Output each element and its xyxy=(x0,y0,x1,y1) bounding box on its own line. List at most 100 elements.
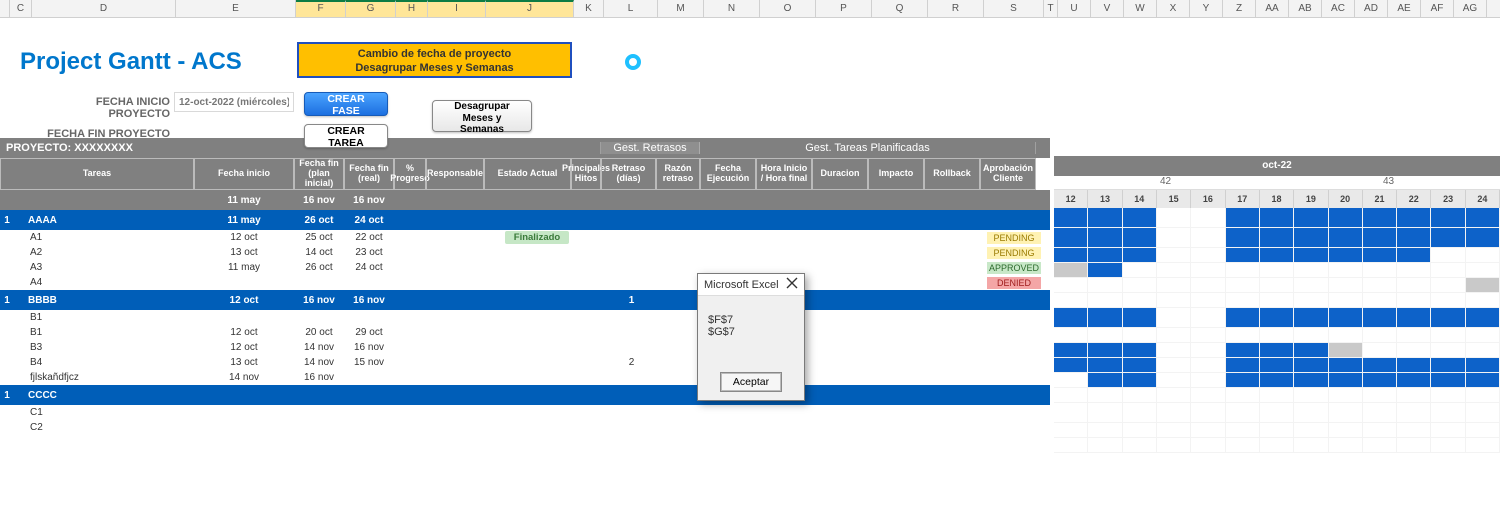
col-gutter[interactable] xyxy=(0,0,10,17)
col-U[interactable]: U xyxy=(1058,0,1091,17)
gantt-row xyxy=(1054,228,1500,248)
col-T[interactable]: T xyxy=(1044,0,1058,17)
gantt-days: 12131415161718192021222324 xyxy=(1054,190,1500,208)
gantt-day-19[interactable]: 19 xyxy=(1294,190,1328,208)
task-row[interactable]: B112 oct20 oct29 oct xyxy=(0,325,1050,340)
col-Y[interactable]: Y xyxy=(1190,0,1223,17)
msgbox-body: $F$7 $G$7 xyxy=(698,296,804,366)
col-M[interactable]: M xyxy=(658,0,704,17)
task-row[interactable]: A112 oct25 oct22 octFinalizadoPENDING xyxy=(0,230,1050,245)
task-row[interactable]: A213 oct14 oct23 oct PENDING xyxy=(0,245,1050,260)
desagrupar-button[interactable]: Desagrupar Meses y Semanas xyxy=(432,100,532,132)
col-AF[interactable]: AF xyxy=(1421,0,1454,17)
col-L[interactable]: L xyxy=(604,0,658,17)
col-AB[interactable]: AB xyxy=(1289,0,1322,17)
gantt-row xyxy=(1054,208,1500,228)
col-C[interactable]: C xyxy=(10,0,32,17)
gantt-month: oct-22 xyxy=(1054,156,1500,176)
project-label: PROYECTO: XXXXXXXX xyxy=(0,142,601,154)
col-F[interactable]: F xyxy=(296,0,346,17)
phase-row[interactable]: 1CCCC xyxy=(0,385,1050,405)
gantt-row xyxy=(1054,308,1500,328)
col-AG[interactable]: AG xyxy=(1454,0,1487,17)
col-V[interactable]: V xyxy=(1091,0,1124,17)
hdr-retraso-dias: Retraso (días) xyxy=(601,158,656,190)
msgbox-line2: $G$7 xyxy=(708,326,794,338)
col-J[interactable]: J xyxy=(486,0,574,17)
task-row[interactable]: B413 oct14 nov15 nov 2 xyxy=(0,355,1050,370)
gantt-day-13[interactable]: 13 xyxy=(1088,190,1122,208)
col-AD[interactable]: AD xyxy=(1355,0,1388,17)
task-row[interactable]: A311 may26 oct24 oct APPROVED xyxy=(0,260,1050,275)
col-S[interactable]: S xyxy=(984,0,1044,17)
hdr-fecha-fin-real: Fecha fin (real) xyxy=(344,158,394,190)
col-R[interactable]: R xyxy=(928,0,984,17)
col-H[interactable]: H xyxy=(396,0,428,17)
hdr-impacto: Impacto xyxy=(868,158,924,190)
phase-row[interactable]: 1BBBB12 oct16 nov16 nov1 xyxy=(0,290,1050,310)
col-E[interactable]: E xyxy=(176,0,296,17)
gantt-day-17[interactable]: 17 xyxy=(1226,190,1260,208)
col-N[interactable]: N xyxy=(704,0,760,17)
label-fecha-fin: FECHA FIN PROYECTO xyxy=(36,128,170,140)
msgbox-ok-button[interactable]: Aceptar xyxy=(720,372,782,392)
col-P[interactable]: P xyxy=(816,0,872,17)
hdr-fecha-fin-plan: Fecha fin (plan inicial) xyxy=(294,158,344,190)
yellow-btn-line1: Cambio de fecha de proyecto xyxy=(299,47,570,61)
fecha-inicio-input[interactable] xyxy=(174,92,294,112)
col-W[interactable]: W xyxy=(1124,0,1157,17)
col-Z[interactable]: Z xyxy=(1223,0,1256,17)
gantt-day-16[interactable]: 16 xyxy=(1191,190,1225,208)
msgbox-title: Microsoft Excel xyxy=(704,279,779,291)
column-ruler: CDEFGHIJKLMNOPQRSTUVWXYZAAABACADAEAFAG xyxy=(0,0,1500,18)
col-Q[interactable]: Q xyxy=(872,0,928,17)
col-D[interactable]: D xyxy=(32,0,176,17)
gantt-weeks: 4243 xyxy=(1054,176,1500,190)
phase-row[interactable]: 1AAAA11 may26 oct24 oct xyxy=(0,210,1050,230)
gantt-day-15[interactable]: 15 xyxy=(1157,190,1191,208)
task-row[interactable]: fjlskañdfjcz14 nov16 nov xyxy=(0,370,1050,385)
gantt-day-23[interactable]: 23 xyxy=(1431,190,1465,208)
task-grid: 11 may16 nov16 nov1AAAA11 may26 oct24 oc… xyxy=(0,190,1050,435)
gantt-day-18[interactable]: 18 xyxy=(1260,190,1294,208)
gantt-day-12[interactable]: 12 xyxy=(1054,190,1088,208)
col-O[interactable]: O xyxy=(760,0,816,17)
gantt-day-20[interactable]: 20 xyxy=(1329,190,1363,208)
col-AE[interactable]: AE xyxy=(1388,0,1421,17)
gantt-day-21[interactable]: 21 xyxy=(1363,190,1397,208)
col-AA[interactable]: AA xyxy=(1256,0,1289,17)
gantt-day-24[interactable]: 24 xyxy=(1466,190,1500,208)
hdr-fecha-inicio: Fecha inicio xyxy=(194,158,294,190)
task-row[interactable]: C2 xyxy=(0,420,1050,435)
gantt-day-22[interactable]: 22 xyxy=(1397,190,1431,208)
col-K[interactable]: K xyxy=(574,0,604,17)
hdr-hora: Hora Inicio / Hora final xyxy=(756,158,812,190)
task-row[interactable]: A4 DENIED xyxy=(0,275,1050,290)
column-headers: Tareas Fecha inicio Fecha fin (plan inic… xyxy=(0,158,1050,190)
hdr-fecha-ejec: Fecha Ejecución xyxy=(700,158,756,190)
spinner-icon xyxy=(625,54,641,70)
gantt-row xyxy=(1054,423,1500,438)
crear-tarea-button[interactable]: CREAR TAREA xyxy=(304,124,388,148)
task-row[interactable]: B1 xyxy=(0,310,1050,325)
gantt-row xyxy=(1054,263,1500,278)
project-date-change-button[interactable]: Cambio de fecha de proyecto Desagrupar M… xyxy=(297,42,572,78)
close-icon[interactable] xyxy=(786,277,798,292)
col-X[interactable]: X xyxy=(1157,0,1190,17)
task-row[interactable]: B312 oct14 nov16 nov xyxy=(0,340,1050,355)
top-panel: Project Gantt - ACS Cambio de fecha de p… xyxy=(0,18,1500,138)
col-AC[interactable]: AC xyxy=(1322,0,1355,17)
task-row[interactable]: C1 xyxy=(0,405,1050,420)
col-I[interactable]: I xyxy=(428,0,486,17)
gantt-day-14[interactable]: 14 xyxy=(1123,190,1157,208)
hdr-aprob: Aprobación Cliente xyxy=(980,158,1036,190)
page-title: Project Gantt - ACS xyxy=(20,48,242,76)
hdr-hitos: Principales Hitos xyxy=(571,158,601,190)
gest-retrasos-header: Gest. Retrasos xyxy=(601,142,700,154)
hdr-duracion: Duracion xyxy=(812,158,868,190)
hdr-estado: Estado Actual xyxy=(484,158,571,190)
crear-fase-button[interactable]: CREAR FASE xyxy=(304,92,388,116)
phase-row[interactable]: 11 may16 nov16 nov xyxy=(0,190,1050,210)
col-G[interactable]: G xyxy=(346,0,396,17)
gantt-row xyxy=(1054,438,1500,453)
